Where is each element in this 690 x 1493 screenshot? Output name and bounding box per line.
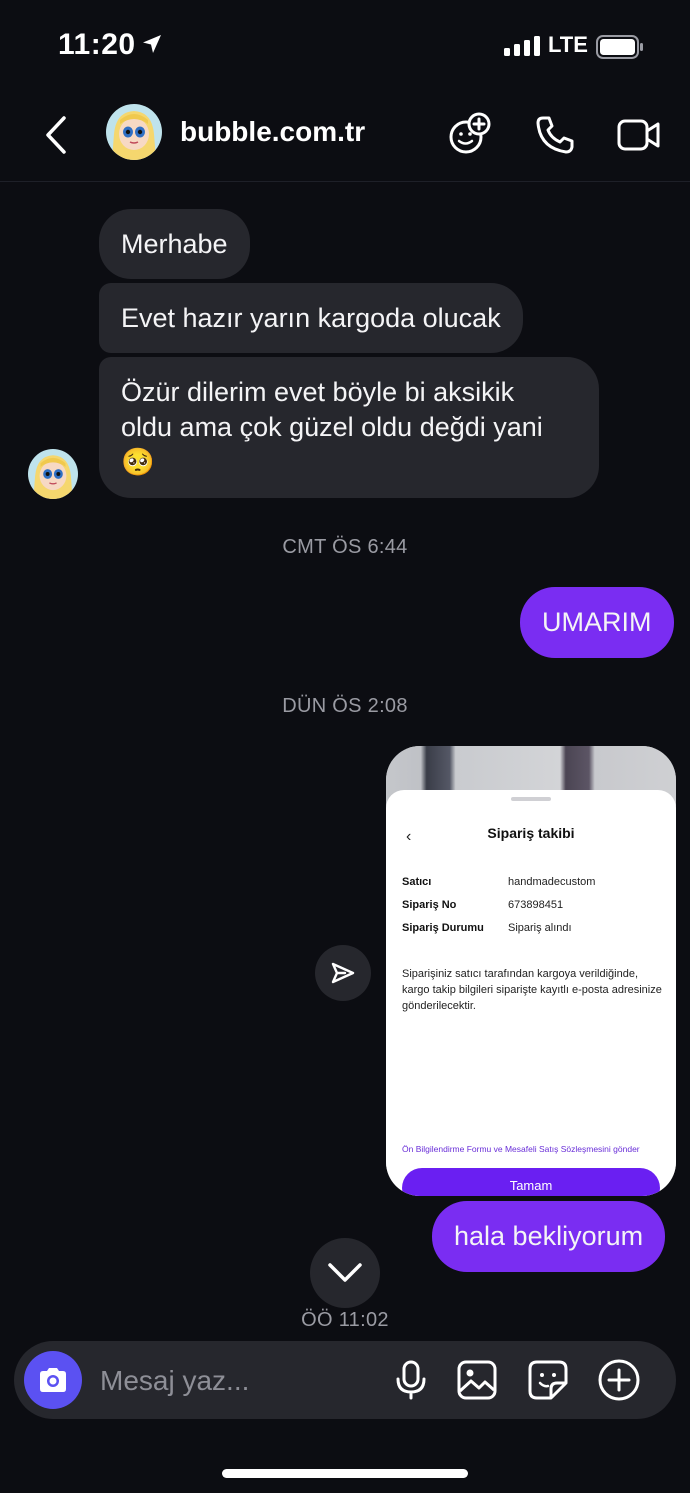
camera-button[interactable]: [24, 1351, 82, 1409]
battery-icon: [596, 35, 643, 59]
row-label: Satıcı: [402, 876, 432, 888]
share-send-icon: [331, 962, 355, 984]
avatar-illustration: [106, 104, 162, 160]
shared-image-message[interactable]: ‹ Sipariş takibi Satıcı handmadecustom S…: [386, 746, 676, 1196]
chevron-down-icon: [328, 1263, 362, 1282]
share-button[interactable]: [315, 945, 371, 1001]
message-text: Evet hazır yarın kargoda olucak: [121, 303, 501, 333]
sheet-title: Sipariş takibi: [487, 825, 575, 841]
back-chevron-icon: [46, 116, 66, 154]
chat-screen: 11:20 LTE bubble.com.tr Merhabe Evet haz…: [0, 0, 690, 1493]
microphone-icon: [396, 1360, 426, 1400]
incoming-message[interactable]: Merhabe: [99, 209, 250, 279]
voice-call-button[interactable]: [532, 112, 578, 158]
message-text: UMARIM: [542, 607, 652, 637]
sheet-ok-button: Tamam: [402, 1168, 660, 1196]
camera-icon: [40, 1368, 66, 1392]
home-indicator[interactable]: [222, 1469, 468, 1478]
agreement-link: Ön Bilgilendirme Formu ve Mesafeli Satış…: [402, 1144, 640, 1154]
sticker-button[interactable]: [525, 1357, 571, 1403]
outgoing-message[interactable]: UMARIM: [520, 587, 674, 658]
outgoing-message[interactable]: hala bekliyorum: [432, 1201, 666, 1272]
timestamp: ÖÖ 11:02: [301, 1309, 389, 1331]
voice-message-button[interactable]: [388, 1357, 434, 1403]
message-text: Merhabe: [121, 229, 228, 259]
avatar-illustration: [28, 449, 78, 499]
back-button[interactable]: [36, 110, 76, 160]
timestamp: DÜN ÖS 2:08: [282, 695, 408, 717]
incoming-message[interactable]: Evet hazır yarın kargoda olucak: [99, 283, 523, 353]
video-call-button[interactable]: [616, 112, 662, 158]
chat-header: bubble.com.tr: [0, 92, 690, 182]
sender-avatar[interactable]: [28, 449, 78, 499]
status-bar: 11:20 LTE: [0, 0, 690, 92]
plus-circle-icon: [598, 1359, 640, 1401]
phone-icon: [536, 116, 574, 154]
order-tracking-sheet: ‹ Sipariş takibi Satıcı handmadecustom S…: [386, 790, 676, 1196]
sticker-icon: [528, 1360, 568, 1400]
more-options-button[interactable]: [596, 1357, 642, 1403]
message-text-line: oldu ama çok güzel oldu değdi yani: [121, 412, 543, 442]
add-face-icon: [449, 112, 491, 154]
message-composer: [14, 1341, 676, 1419]
message-text: hala bekliyorum: [454, 1221, 644, 1251]
row-label: Sipariş Durumu: [402, 922, 484, 934]
message-text-line: Özür dilerim evet böyle bi aksikik: [121, 377, 515, 407]
row-label: Sipariş No: [402, 899, 457, 911]
network-label: LTE: [548, 32, 588, 57]
add-face-button[interactable]: [446, 112, 492, 158]
signal-icon: [504, 36, 540, 56]
location-arrow-icon: [143, 35, 161, 53]
row-value: Sipariş alındı: [508, 922, 572, 934]
incoming-message[interactable]: Özür dilerim evet böyle bi aksikik oldu …: [99, 357, 599, 498]
row-value: 673898451: [508, 899, 564, 911]
timestamp: CMT ÖS 6:44: [282, 536, 408, 558]
contact-name[interactable]: bubble.com.tr: [180, 116, 365, 148]
pleading-emoji: 🥺: [121, 447, 155, 478]
video-camera-icon: [617, 119, 660, 151]
status-time: 11:20: [58, 28, 136, 61]
sheet-description: Siparişiniz satıcı tarafından kargoya ve…: [402, 968, 662, 1012]
contact-avatar[interactable]: [106, 104, 162, 160]
scroll-to-bottom-button[interactable]: [310, 1238, 380, 1308]
sheet-handle: [511, 797, 551, 801]
row-value: handmadecustom: [508, 876, 596, 888]
image-icon: [457, 1360, 497, 1400]
gallery-button[interactable]: [454, 1357, 500, 1403]
message-input[interactable]: [100, 1363, 380, 1399]
